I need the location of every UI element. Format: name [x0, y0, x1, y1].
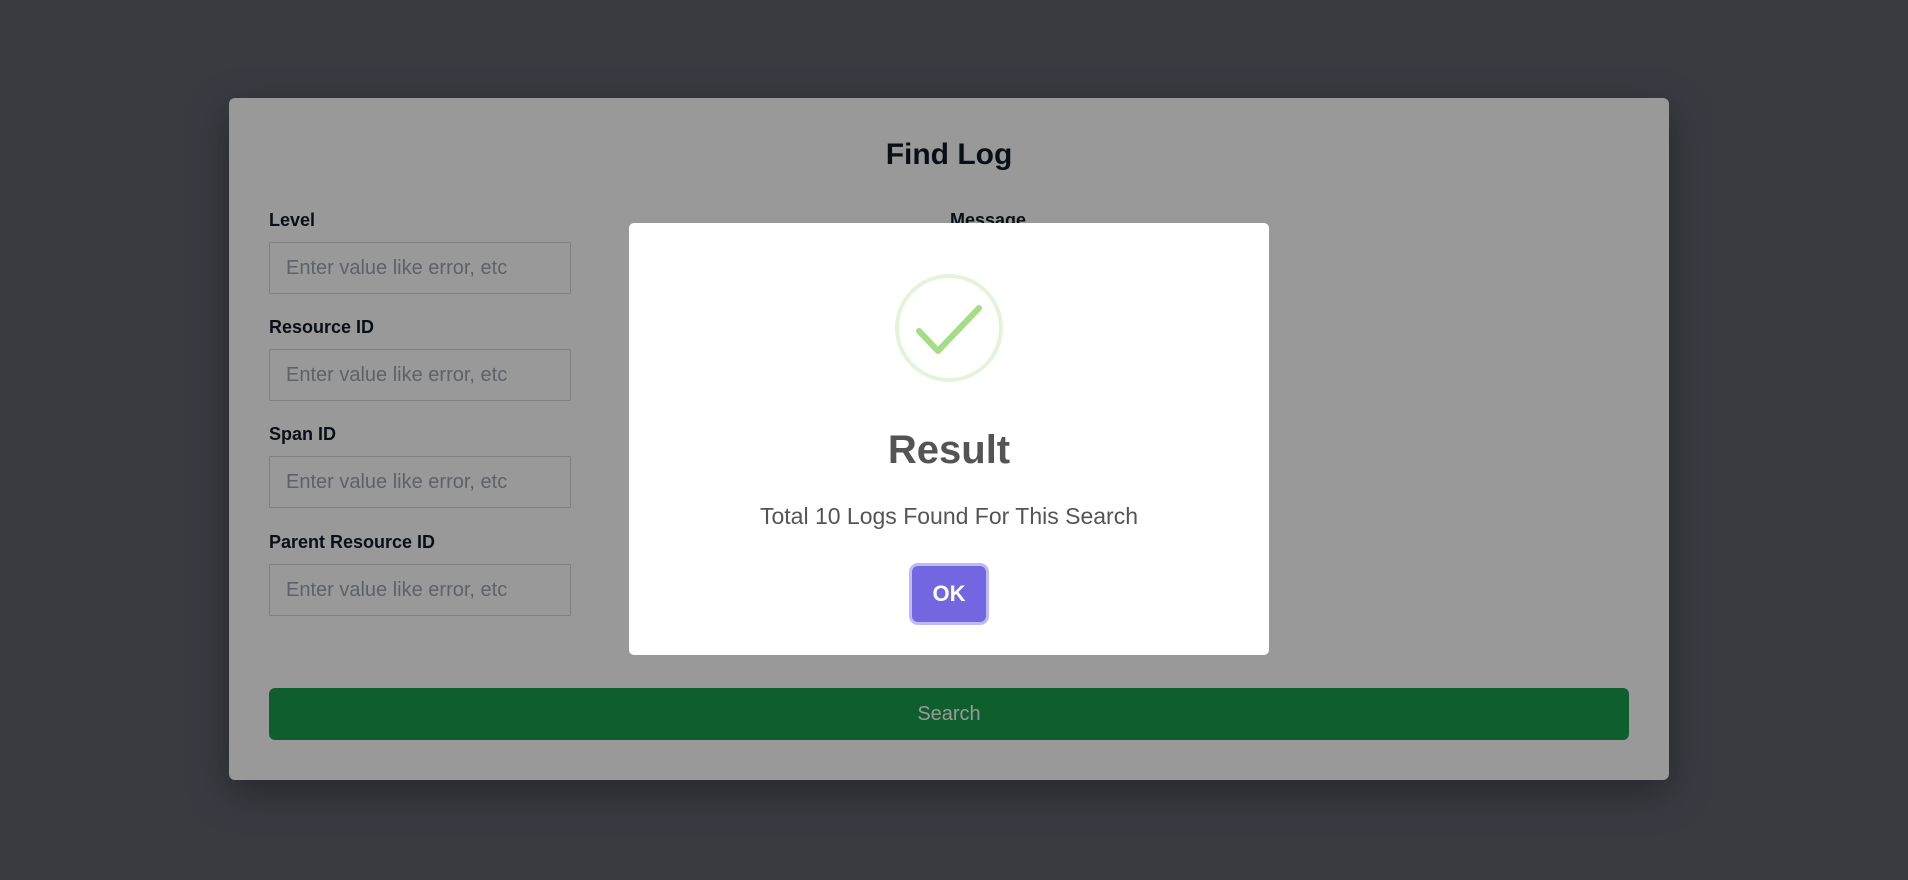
- result-dialog: Result Total 10 Logs Found For This Sear…: [629, 223, 1269, 655]
- ok-button[interactable]: OK: [912, 566, 986, 622]
- dialog-message: Total 10 Logs Found For This Search: [759, 503, 1138, 529]
- check-circle-icon: [895, 274, 1003, 382]
- dialog-title: Result: [887, 428, 1011, 472]
